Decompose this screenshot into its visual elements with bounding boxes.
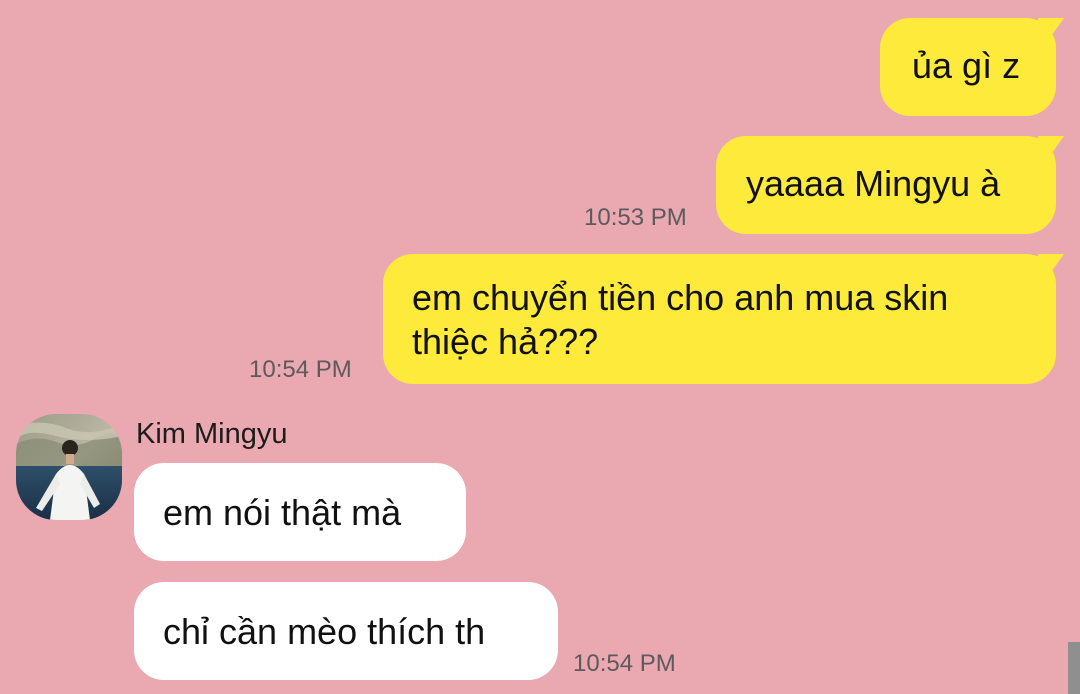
contact-avatar[interactable] [16,414,122,520]
outgoing-message-bubble[interactable]: yaaaa Mingyu à [716,136,1064,234]
message-text: em nói thật mà [163,492,402,533]
outgoing-message-bubble[interactable]: em chuyển tiền cho anh mua skin thiệc hả… [383,254,1064,384]
outgoing-message-bubble[interactable]: ủa gì z [880,18,1064,116]
message-text: ủa gì z [912,45,1021,86]
message-timestamp: 10:53 PM [584,204,687,231]
bubble-tail [1038,254,1064,276]
message-text: chỉ cần mèo thích th [163,611,486,652]
message-text-line: thiệc hả??? [412,321,599,362]
incoming-message-bubble[interactable]: em nói thật mà [134,463,466,561]
message-text-line: em chuyển tiền cho anh mua skin [412,277,949,318]
incoming-message-bubble[interactable]: chỉ cần mèo thích th [134,582,558,680]
contact-name: Kim Mingyu [136,418,288,450]
chat-conversation[interactable]: ủa gì z yaaaa Mingyu à 10:53 PM em chuyể… [0,0,1080,694]
message-timestamp: 10:54 PM [573,650,676,677]
avatar-photo-icon [16,414,122,520]
message-text: yaaaa Mingyu à [746,163,1001,204]
scrollbar-thumb[interactable] [1068,642,1080,694]
bubble-tail [1038,18,1064,40]
message-timestamp: 10:54 PM [249,356,352,383]
bubble-tail [1038,136,1064,158]
